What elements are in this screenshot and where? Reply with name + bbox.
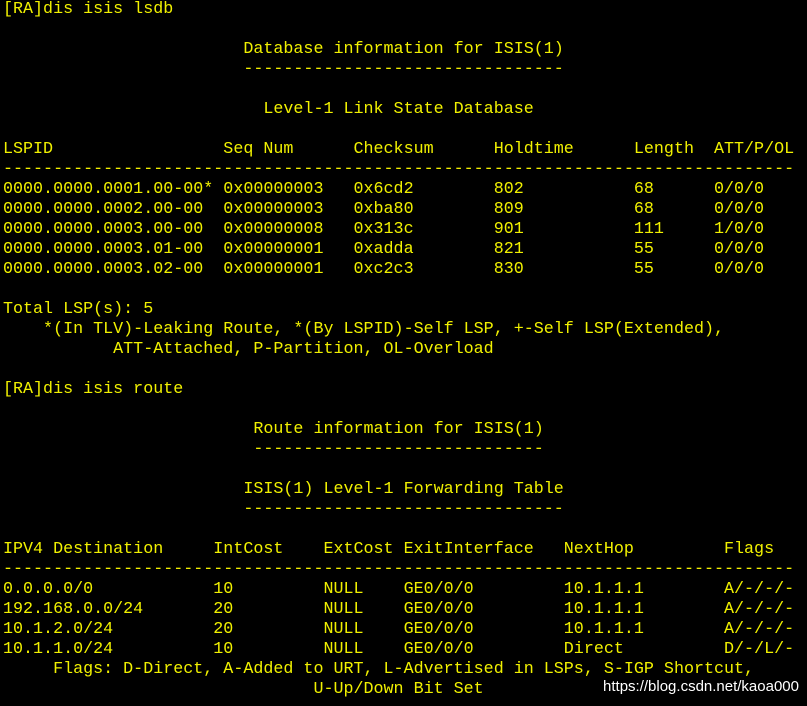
terminal-line: Level-1 Link State Database — [3, 100, 534, 119]
terminal-line: [RA]dis isis lsdb — [3, 0, 174, 19]
terminal-line: 10.1.1.0/24 10 NULL GE0/0/0 Direct D/-/L… — [3, 640, 795, 659]
terminal-line: 0000.0000.0003.01-00 0x00000001 0xadda 8… — [3, 240, 765, 259]
terminal-line: ATT-Attached, P-Partition, OL-Overload — [3, 340, 494, 359]
terminal-line: LSPID Seq Num Checksum Holdtime Length A… — [3, 140, 795, 159]
terminal-line: 0.0.0.0/0 10 NULL GE0/0/0 10.1.1.1 A/-/-… — [3, 580, 795, 599]
terminal-line: ----------------------------------------… — [3, 560, 795, 579]
terminal-line: Total LSP(s): 5 — [3, 300, 154, 319]
terminal-window[interactable]: [RA]dis isis lsdb Database information f… — [0, 0, 807, 706]
terminal-line: -------------------------------- — [3, 500, 564, 519]
terminal-line: Route information for ISIS(1) — [3, 420, 544, 439]
terminal-line: ----------------------------------------… — [3, 160, 795, 179]
terminal-line: *(In TLV)-Leaking Route, *(By LSPID)-Sel… — [3, 320, 725, 339]
watermark-text: https://blog.csdn.net/kaoa000 — [603, 678, 799, 695]
terminal-line: U-Up/Down Bit Set — [3, 680, 484, 699]
terminal-line: 0000.0000.0003.02-00 0x00000001 0xc2c3 8… — [3, 260, 765, 279]
terminal-line: ISIS(1) Level-1 Forwarding Table — [3, 480, 564, 499]
terminal-line: Database information for ISIS(1) — [3, 40, 564, 59]
terminal-line: 10.1.2.0/24 20 NULL GE0/0/0 10.1.1.1 A/-… — [3, 620, 795, 639]
terminal-line: ----------------------------- — [3, 440, 544, 459]
terminal-line: [RA]dis isis route — [3, 380, 184, 399]
terminal-line: IPV4 Destination IntCost ExtCost ExitInt… — [3, 540, 775, 559]
terminal-line: 0000.0000.0001.00-00* 0x00000003 0x6cd2 … — [3, 180, 765, 199]
terminal-line: -------------------------------- — [3, 60, 564, 79]
terminal-line: 0000.0000.0002.00-00 0x00000003 0xba80 8… — [3, 200, 765, 219]
terminal-line: 0000.0000.0003.00-00 0x00000008 0x313c 9… — [3, 220, 765, 239]
terminal-line: 192.168.0.0/24 20 NULL GE0/0/0 10.1.1.1 … — [3, 600, 795, 619]
